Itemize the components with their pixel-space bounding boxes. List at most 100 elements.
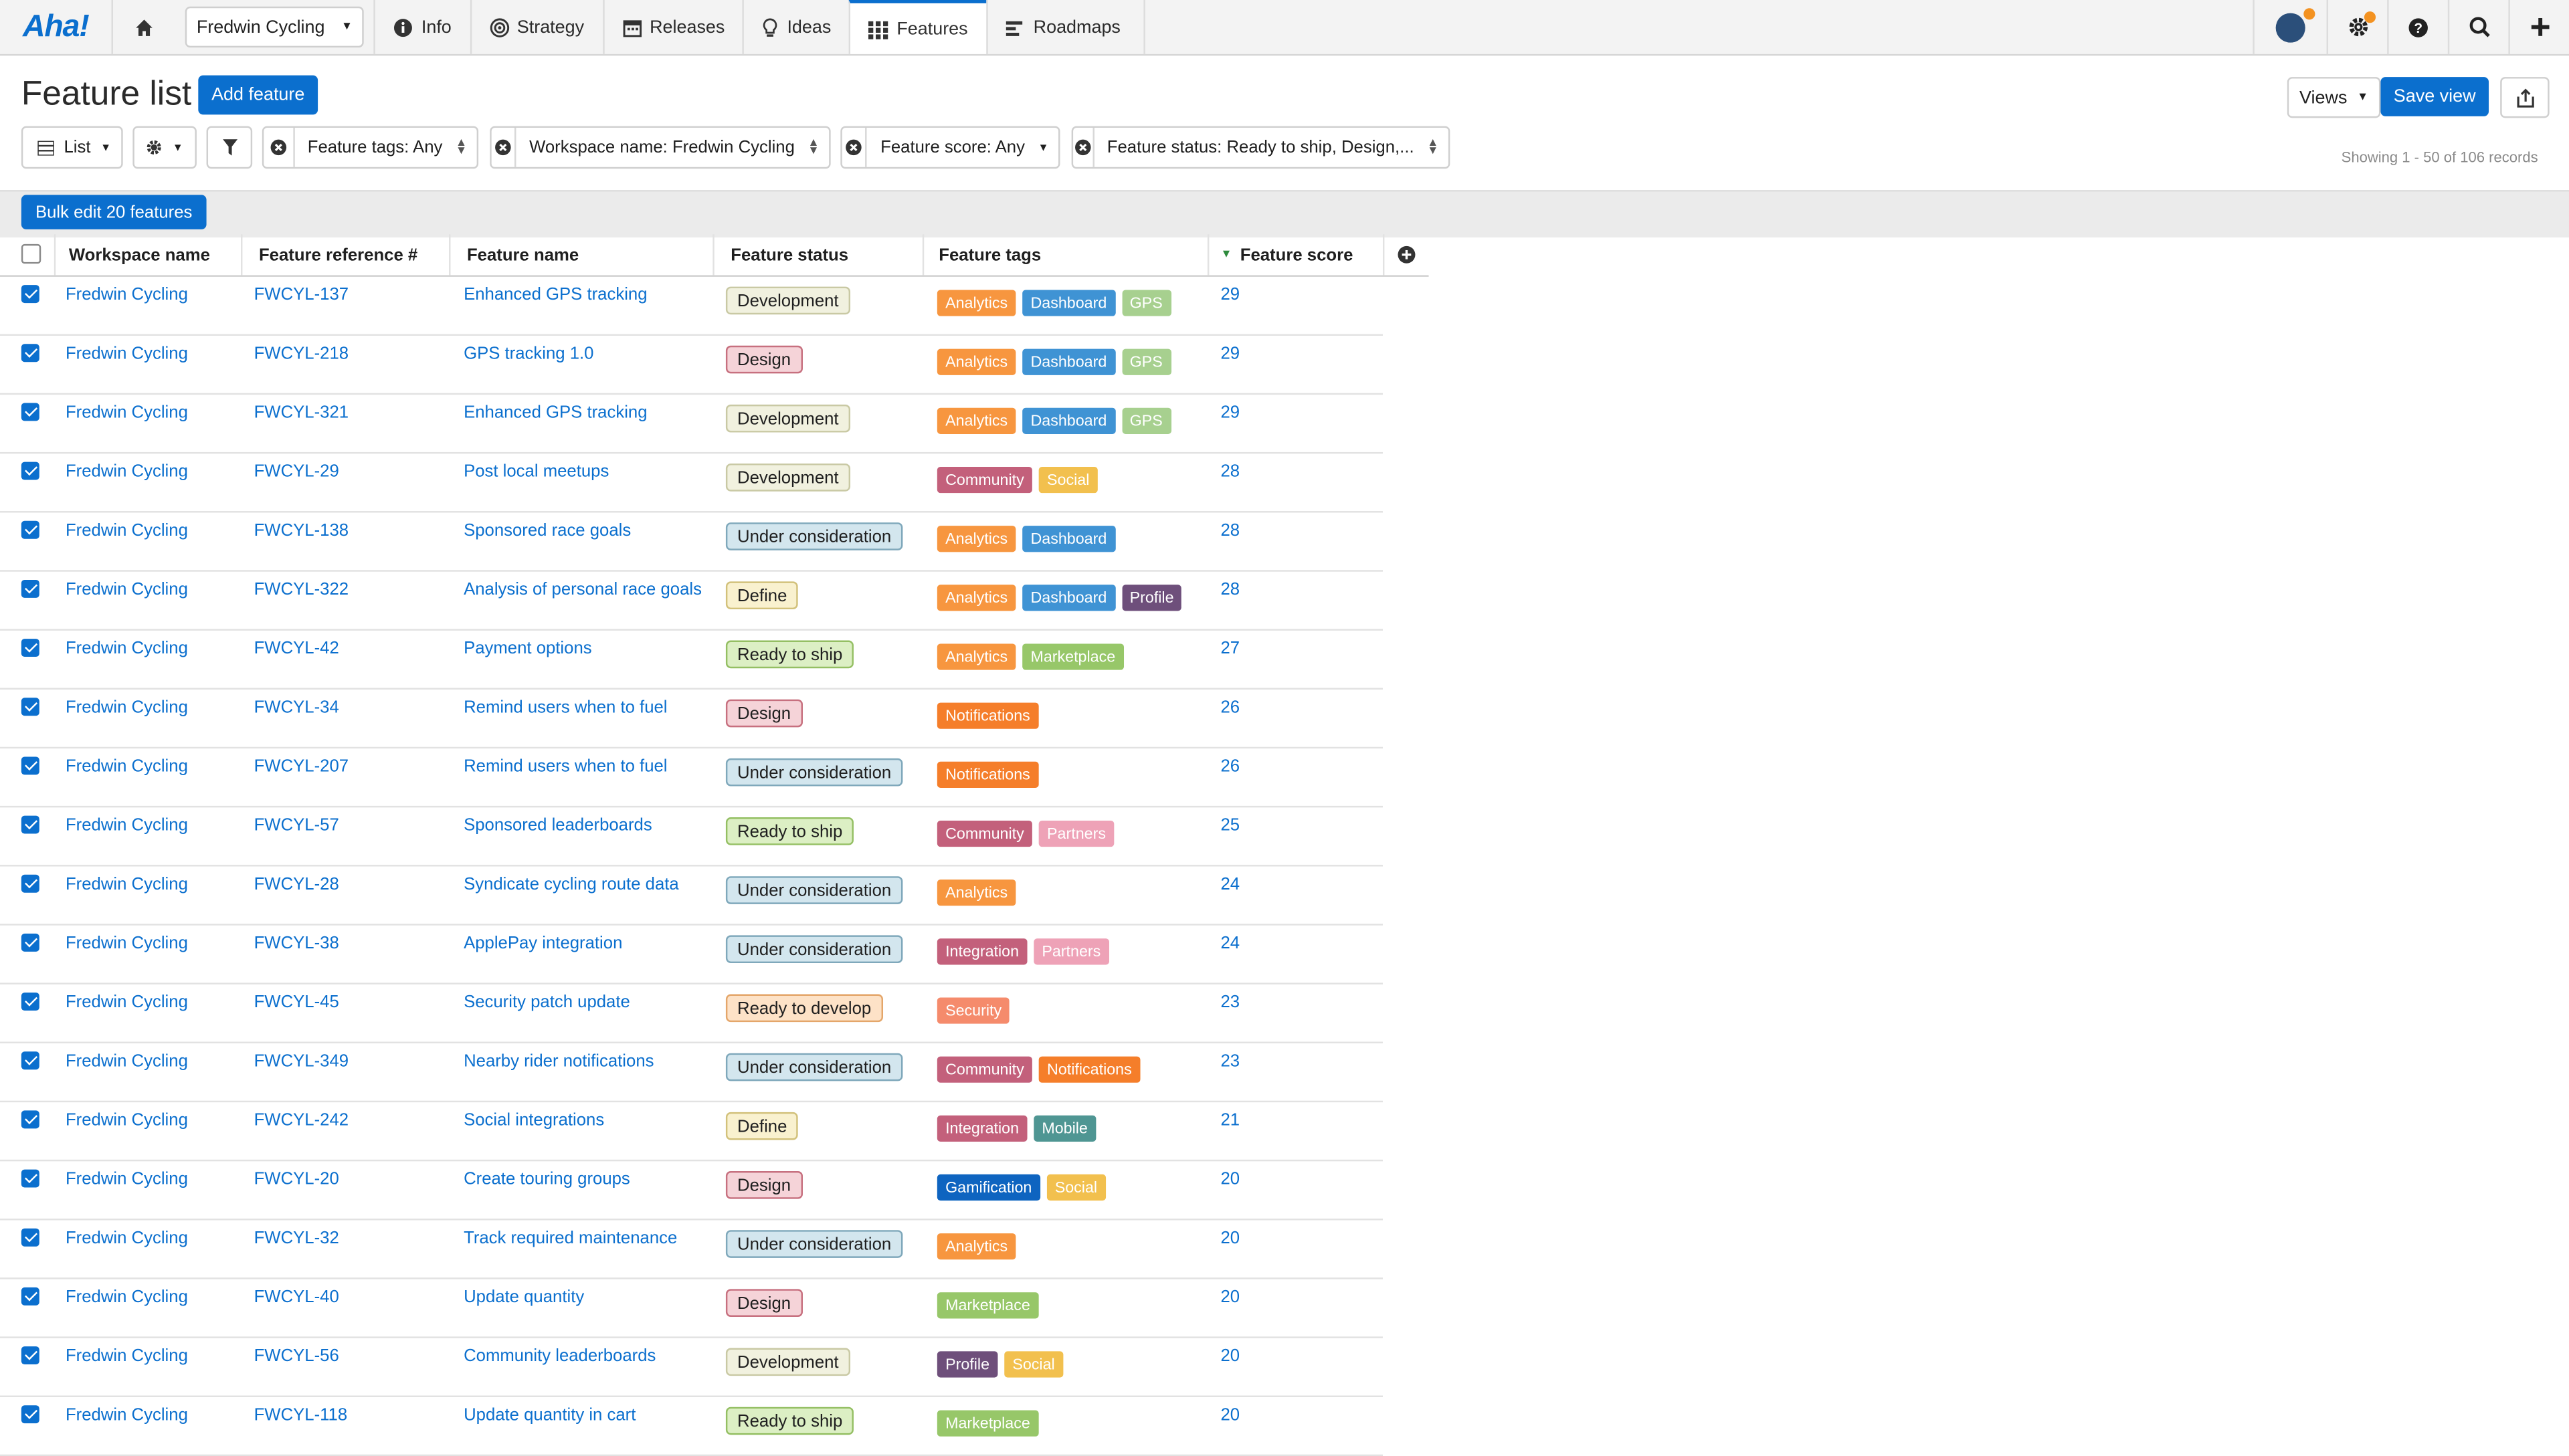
- workspace-link[interactable]: Fredwin Cycling: [66, 1170, 188, 1189]
- table-row[interactable]: Fredwin Cycling FWCYL-218 GPS tracking 1.0…: [0, 334, 1383, 395]
- feature-reference-link[interactable]: FWCYL-322: [254, 580, 349, 599]
- status-badge[interactable]: Ready to develop: [725, 994, 883, 1023]
- table-row[interactable]: Fredwin Cycling FWCYL-40 Update quantity De…: [0, 1277, 1383, 1338]
- feature-name-link[interactable]: Nearby rider notifications: [464, 1051, 654, 1071]
- feature-reference-link[interactable]: FWCYL-32: [254, 1229, 339, 1248]
- status-badge[interactable]: Under consideration: [725, 1230, 903, 1258]
- tag-badge[interactable]: Analytics: [937, 585, 1016, 611]
- column-settings-button[interactable]: ▼: [132, 126, 197, 169]
- feature-reference-link[interactable]: FWCYL-45: [254, 993, 339, 1012]
- table-row[interactable]: Fredwin Cycling FWCYL-20 Create touring gr…: [0, 1160, 1383, 1221]
- home-button[interactable]: [111, 0, 176, 54]
- tag-badge[interactable]: Marketplace: [1022, 643, 1124, 670]
- tag-badge[interactable]: GPS: [1121, 290, 1171, 316]
- row-checkbox[interactable]: [21, 403, 39, 421]
- feature-reference-link[interactable]: FWCYL-34: [254, 698, 339, 717]
- feature-score-value[interactable]: 20: [1221, 1346, 1240, 1366]
- feature-score-value[interactable]: 20: [1221, 1287, 1240, 1307]
- feature-score-value[interactable]: 29: [1221, 344, 1240, 363]
- table-row[interactable]: Fredwin Cycling FWCYL-28 Syndicate cycling…: [0, 865, 1383, 926]
- row-checkbox[interactable]: [21, 639, 39, 657]
- column-workspace-name[interactable]: Workspace name: [54, 234, 243, 276]
- table-row[interactable]: Fredwin Cycling FWCYL-56 Community leaderb…: [0, 1336, 1383, 1397]
- tag-badge[interactable]: Community: [937, 820, 1032, 847]
- remove-filter-button[interactable]: [1073, 128, 1095, 167]
- feature-name-link[interactable]: Remind users when to fuel: [464, 698, 667, 717]
- status-badge[interactable]: Design: [725, 345, 803, 374]
- feature-score-value[interactable]: 28: [1221, 462, 1240, 482]
- workspace-link[interactable]: Fredwin Cycling: [66, 462, 188, 482]
- views-dropdown[interactable]: Views ▼: [2287, 77, 2381, 118]
- feature-reference-link[interactable]: FWCYL-56: [254, 1346, 339, 1366]
- remove-filter-button[interactable]: [264, 128, 295, 167]
- table-row[interactable]: Fredwin Cycling FWCYL-207 Remind users whe…: [0, 747, 1383, 808]
- workspace-link[interactable]: Fredwin Cycling: [66, 285, 188, 304]
- search-button[interactable]: [2447, 0, 2509, 54]
- nav-ideas[interactable]: Ideas: [743, 0, 849, 54]
- feature-score-value[interactable]: 29: [1221, 285, 1240, 304]
- nav-strategy[interactable]: Strategy: [469, 0, 602, 54]
- row-checkbox[interactable]: [21, 461, 39, 480]
- table-row[interactable]: Fredwin Cycling FWCYL-321 Enhanced GPS tra…: [0, 393, 1383, 454]
- workspace-link[interactable]: Fredwin Cycling: [66, 1110, 188, 1130]
- workspace-link[interactable]: Fredwin Cycling: [66, 1287, 188, 1307]
- row-checkbox[interactable]: [21, 815, 39, 834]
- save-view-button[interactable]: Save view: [2380, 77, 2489, 116]
- table-row[interactable]: Fredwin Cycling FWCYL-138 Sponsored race g…: [0, 511, 1383, 572]
- tag-badge[interactable]: Dashboard: [1022, 526, 1115, 552]
- feature-reference-link[interactable]: FWCYL-38: [254, 934, 339, 953]
- workspace-link[interactable]: Fredwin Cycling: [66, 344, 188, 363]
- feature-name-link[interactable]: Sponsored race goals: [464, 521, 631, 540]
- tag-badge[interactable]: Analytics: [937, 1233, 1016, 1260]
- status-badge[interactable]: Ready to ship: [725, 817, 854, 845]
- feature-score-value[interactable]: 20: [1221, 1170, 1240, 1189]
- table-row[interactable]: Fredwin Cycling FWCYL-349 Nearby rider not…: [0, 1042, 1383, 1103]
- row-checkbox[interactable]: [21, 874, 39, 893]
- row-checkbox[interactable]: [21, 1169, 39, 1188]
- tag-badge[interactable]: Dashboard: [1022, 290, 1115, 316]
- tag-badge[interactable]: Integration: [937, 938, 1028, 965]
- workspace-link[interactable]: Fredwin Cycling: [66, 639, 188, 658]
- nav-info[interactable]: Info: [373, 0, 470, 54]
- feature-score-value[interactable]: 21: [1221, 1110, 1240, 1130]
- feature-reference-link[interactable]: FWCYL-242: [254, 1110, 349, 1130]
- filter-toggle-button[interactable]: [206, 126, 253, 169]
- tag-badge[interactable]: Community: [937, 466, 1032, 494]
- status-badge[interactable]: Under consideration: [725, 935, 903, 964]
- tag-badge[interactable]: Mobile: [1034, 1115, 1097, 1142]
- row-checkbox[interactable]: [21, 1405, 39, 1424]
- feature-score-value[interactable]: 24: [1221, 875, 1240, 894]
- filter-workspace-name[interactable]: Workspace name: Fredwin Cycling ▲ ▼: [490, 126, 831, 169]
- status-badge[interactable]: Ready to ship: [725, 640, 854, 669]
- feature-name-link[interactable]: GPS tracking 1.0: [464, 344, 593, 363]
- bulk-edit-button[interactable]: Bulk edit 20 features: [21, 195, 207, 229]
- row-checkbox[interactable]: [21, 1346, 39, 1365]
- nav-features[interactable]: Features: [849, 0, 986, 54]
- tag-badge[interactable]: Analytics: [937, 643, 1016, 670]
- tag-badge[interactable]: Marketplace: [937, 1410, 1039, 1437]
- row-checkbox[interactable]: [21, 756, 39, 775]
- status-badge[interactable]: Design: [725, 699, 803, 728]
- nav-roadmaps[interactable]: Roadmaps: [985, 0, 1145, 54]
- tag-badge[interactable]: Profile: [937, 1351, 998, 1378]
- workspace-link[interactable]: Fredwin Cycling: [66, 1229, 188, 1248]
- row-checkbox[interactable]: [21, 993, 39, 1011]
- feature-name-link[interactable]: Sponsored leaderboards: [464, 816, 652, 835]
- status-badge[interactable]: Development: [725, 404, 850, 433]
- tag-badge[interactable]: Notifications: [1038, 1056, 1141, 1083]
- feature-score-value[interactable]: 20: [1221, 1405, 1240, 1425]
- tag-badge[interactable]: Social: [1038, 466, 1098, 494]
- select-all-checkbox[interactable]: [21, 243, 41, 264]
- feature-reference-link[interactable]: FWCYL-321: [254, 403, 349, 422]
- add-column-button[interactable]: [1383, 234, 1429, 275]
- feature-score-value[interactable]: 27: [1221, 639, 1240, 658]
- feature-reference-link[interactable]: FWCYL-207: [254, 756, 349, 776]
- column-feature-name[interactable]: Feature name: [449, 234, 715, 276]
- status-badge[interactable]: Development: [725, 1348, 850, 1376]
- feature-name-link[interactable]: Update quantity: [464, 1287, 584, 1307]
- table-row[interactable]: Fredwin Cycling FWCYL-42 Payment options Re…: [0, 629, 1383, 690]
- tag-badge[interactable]: Dashboard: [1022, 348, 1115, 375]
- feature-reference-link[interactable]: FWCYL-118: [254, 1405, 348, 1425]
- column-feature-status[interactable]: Feature status: [712, 234, 925, 276]
- workspace-link[interactable]: Fredwin Cycling: [66, 1346, 188, 1366]
